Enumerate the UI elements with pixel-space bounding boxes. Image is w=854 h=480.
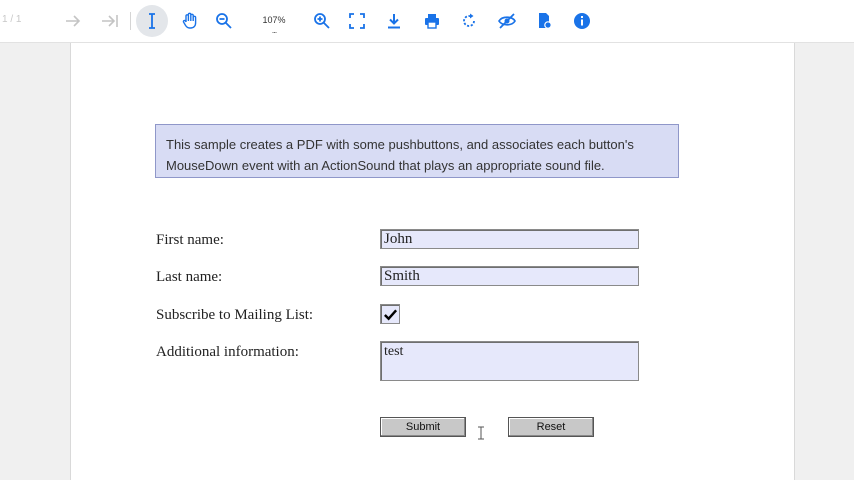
toolbar-divider <box>130 12 131 30</box>
description-box: This sample creates a PDF with some push… <box>155 124 679 178</box>
form-fields-icon[interactable] <box>528 5 560 37</box>
subscribe-checkbox[interactable] <box>380 304 400 324</box>
download-icon[interactable] <box>378 5 410 37</box>
fit-page-icon[interactable] <box>341 5 373 37</box>
zoom-level[interactable]: 107% <box>258 15 290 25</box>
pdf-page: This sample creates a PDF with some push… <box>70 43 795 480</box>
next-page-icon[interactable] <box>57 5 89 37</box>
additional-info-label: Additional information: <box>156 344 299 360</box>
pan-hand-icon[interactable] <box>174 5 206 37</box>
print-icon[interactable] <box>416 5 448 37</box>
page-count: 1 / 1 <box>2 14 22 25</box>
text-select-icon[interactable] <box>136 5 168 37</box>
description-line: MouseDown event with an ActionSound that… <box>166 158 605 173</box>
subscribe-label: Subscribe to Mailing List: <box>156 307 314 323</box>
zoom-out-icon[interactable] <box>208 5 240 37</box>
description-line: This sample creates a PDF with some push… <box>166 137 634 152</box>
last-name-label: Last name: <box>156 269 223 285</box>
last-page-icon[interactable] <box>94 5 126 37</box>
first-name-label: First name: <box>156 232 224 248</box>
info-icon[interactable] <box>566 5 598 37</box>
zoom-menu[interactable]: ... <box>258 25 290 35</box>
last-name-field[interactable]: Smith <box>380 266 639 286</box>
rotate-icon[interactable] <box>453 5 485 37</box>
zoom-in-icon[interactable] <box>306 5 338 37</box>
submit-button[interactable]: Submit <box>380 417 466 437</box>
first-name-field[interactable]: John <box>380 229 639 249</box>
additional-info-field[interactable]: test <box>380 341 639 381</box>
hide-annotations-icon[interactable] <box>491 5 523 37</box>
text-cursor-icon <box>478 426 484 440</box>
reset-button[interactable]: Reset <box>508 417 594 437</box>
viewer-toolbar: 1 / 1 107% ... <box>0 0 854 43</box>
checkmark-icon <box>383 308 397 320</box>
